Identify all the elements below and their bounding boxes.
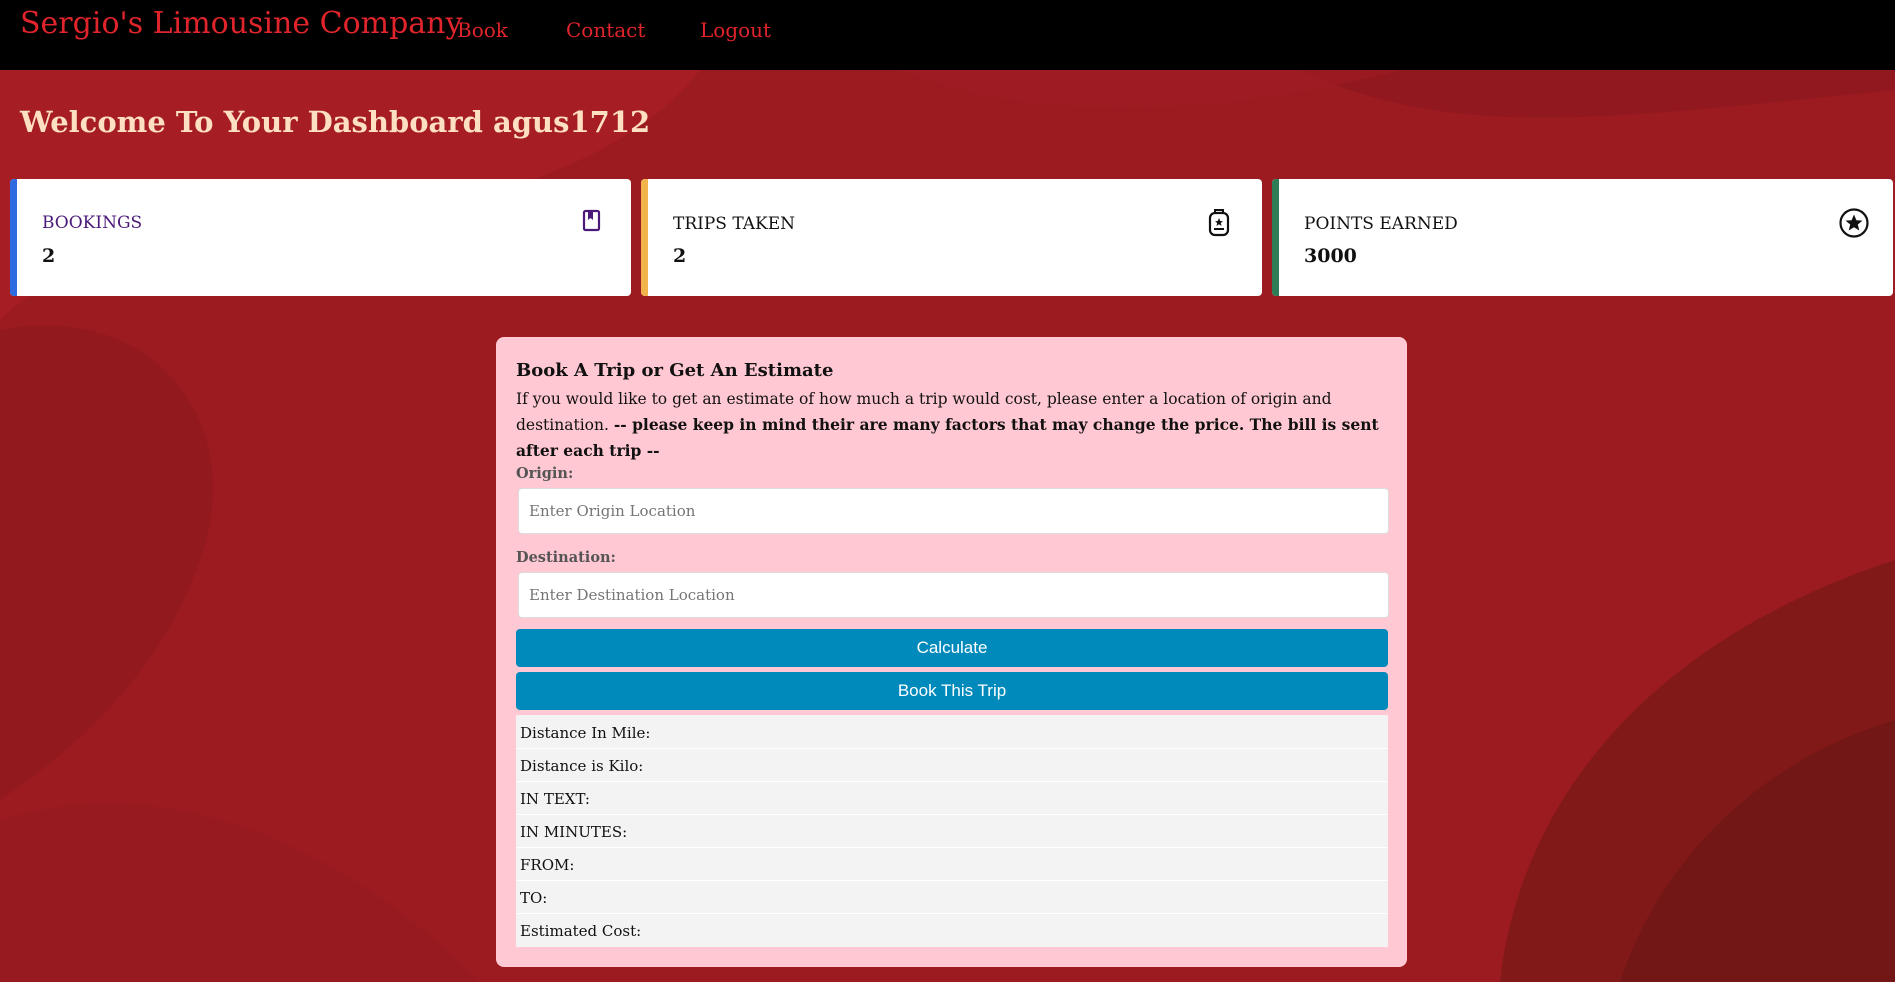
- nav-link-logout[interactable]: Logout: [700, 18, 771, 42]
- booking-description: If you would like to get an estimate of …: [516, 387, 1388, 464]
- page-title: Welcome To Your Dashboard agus1712: [20, 105, 651, 139]
- stat-card-points: POINTS EARNED 3000: [1272, 179, 1893, 296]
- result-in-minutes: IN MINUTES:: [520, 823, 628, 841]
- result-divider: [516, 781, 1388, 782]
- nav-link-contact[interactable]: Contact: [566, 18, 645, 42]
- card-accent: [641, 179, 648, 296]
- result-estimated-cost: Estimated Cost:: [520, 922, 642, 940]
- bookmark-icon: [582, 209, 601, 232]
- result-divider: [516, 814, 1388, 815]
- card-value: 2: [42, 245, 56, 267]
- stat-card-bookings: BOOKINGS 2: [10, 179, 631, 296]
- result-from: FROM:: [520, 856, 575, 874]
- star-circle-icon: [1839, 208, 1869, 238]
- result-in-text: IN TEXT:: [520, 790, 590, 808]
- destination-label: Destination:: [516, 549, 616, 566]
- calculate-button[interactable]: Calculate: [516, 629, 1388, 667]
- luggage-icon: [1208, 209, 1230, 237]
- result-divider: [516, 880, 1388, 881]
- result-to: TO:: [520, 889, 548, 907]
- card-accent: [10, 179, 17, 296]
- card-value: 3000: [1304, 245, 1357, 267]
- card-label: BOOKINGS: [42, 213, 143, 233]
- top-navbar: Sergio's Limousine Company Book Contact …: [0, 0, 1895, 70]
- result-divider: [516, 847, 1388, 848]
- book-trip-button[interactable]: Book This Trip: [516, 672, 1388, 710]
- origin-label: Origin:: [516, 465, 574, 482]
- card-accent: [1272, 179, 1279, 296]
- origin-input[interactable]: [518, 488, 1389, 534]
- card-label: TRIPS TAKEN: [673, 214, 796, 234]
- booking-price-note: -- please keep in mind their are many fa…: [516, 415, 1379, 460]
- stat-card-trips: TRIPS TAKEN 2: [641, 179, 1262, 296]
- result-distance-miles: Distance In Mile:: [520, 724, 651, 742]
- card-value: 2: [673, 245, 687, 267]
- result-divider: [516, 748, 1388, 749]
- estimate-results: Distance In Mile: Distance is Kilo: IN T…: [516, 715, 1388, 947]
- nav-link-book[interactable]: Book: [457, 18, 508, 42]
- brand-title[interactable]: Sergio's Limousine Company: [20, 6, 462, 41]
- destination-input[interactable]: [518, 572, 1389, 618]
- booking-panel-title: Book A Trip or Get An Estimate: [516, 360, 834, 381]
- booking-panel: Book A Trip or Get An Estimate If you wo…: [496, 337, 1407, 967]
- card-label: POINTS EARNED: [1304, 214, 1458, 234]
- result-divider: [516, 913, 1388, 914]
- result-distance-kilo: Distance is Kilo:: [520, 757, 644, 775]
